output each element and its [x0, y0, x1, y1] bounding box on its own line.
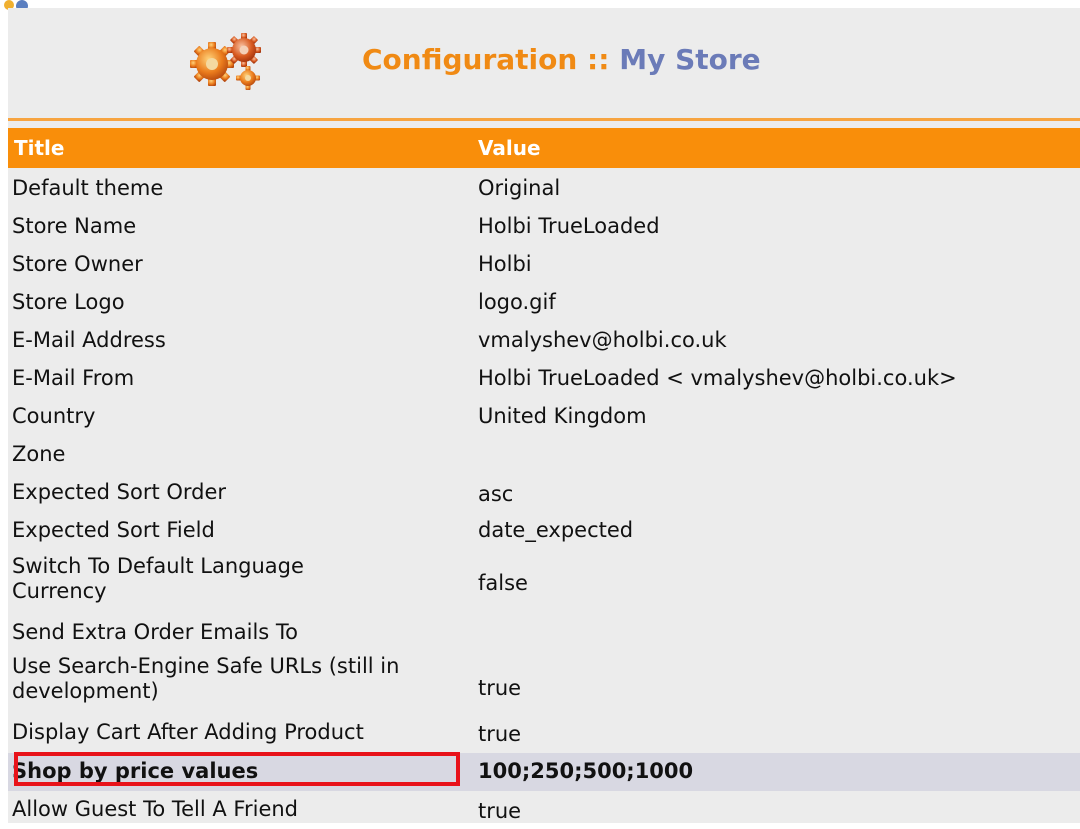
config-value: Holbi TrueLoaded — [478, 214, 660, 238]
config-title: Display Cart After Adding Product — [12, 720, 364, 744]
config-value: United Kingdom — [478, 404, 647, 428]
page-title-main: Configuration — [362, 43, 578, 76]
column-header-title: Title — [14, 136, 65, 160]
page-title-store: My Store — [619, 43, 761, 76]
config-value: Holbi — [478, 252, 532, 276]
config-title: Zone — [12, 442, 66, 466]
config-value: Holbi TrueLoaded < vmalyshev@holbi.co.uk… — [478, 366, 957, 390]
config-title: E-Mail Address — [12, 328, 166, 352]
config-value: Original — [478, 176, 561, 200]
config-row-store-logo[interactable]: Store Logo logo.gif — [8, 284, 1080, 322]
config-title: Use Search-Engine Safe URLs (still in de… — [12, 654, 400, 703]
config-row-allow-guest-tell-friend[interactable]: Allow Guest To Tell A Friend true — [8, 791, 1080, 829]
config-value: vmalyshev@holbi.co.uk — [478, 328, 727, 352]
config-row-extra-order-emails[interactable]: Send Extra Order Emails To — [8, 616, 1080, 650]
config-value: false — [478, 571, 528, 595]
gears-icon — [190, 33, 261, 90]
config-value: 100;250;500;1000 — [478, 759, 694, 783]
config-value: asc — [478, 482, 514, 506]
config-title: Store Logo — [12, 290, 125, 314]
config-row-country[interactable]: Country United Kingdom — [8, 398, 1080, 436]
config-title: Country — [12, 404, 96, 428]
config-value: true — [478, 722, 522, 746]
config-row-expected-sort-order[interactable]: Expected Sort Order asc — [8, 474, 1080, 512]
config-value: true — [478, 676, 522, 700]
config-row-store-owner[interactable]: Store Owner Holbi — [8, 246, 1080, 284]
table-header: Title Value — [8, 128, 1080, 168]
highlight-box — [14, 752, 460, 786]
config-row-display-cart[interactable]: Display Cart After Adding Product true — [8, 714, 1080, 752]
config-row-switch-default-language[interactable]: Switch To Default Language Currency fals… — [8, 552, 1080, 608]
config-title: Expected Sort Order — [12, 480, 227, 504]
config-title: Store Owner — [12, 252, 143, 276]
header-divider — [8, 118, 1080, 121]
config-row-search-engine-safe-urls[interactable]: Use Search-Engine Safe URLs (still in de… — [8, 652, 1080, 712]
configuration-panel: Configuration :: My Store Title Value De… — [8, 8, 1080, 823]
config-row-email-address[interactable]: E-Mail Address vmalyshev@holbi.co.uk — [8, 322, 1080, 360]
config-row-default-theme[interactable]: Default theme Original — [8, 170, 1080, 208]
config-row-zone[interactable]: Zone — [8, 436, 1080, 474]
config-value: date_expected — [478, 518, 634, 542]
config-row-expected-sort-field[interactable]: Expected Sort Field date_expected — [8, 512, 1080, 550]
config-title: Default theme — [12, 176, 164, 200]
page-title-separator: :: — [577, 43, 620, 76]
config-title: Expected Sort Field — [12, 518, 215, 542]
config-title: Store Name — [12, 214, 137, 238]
config-value: logo.gif — [478, 290, 556, 314]
top-strip — [0, 0, 1080, 12]
page-title: Configuration :: My Store — [362, 43, 761, 76]
config-value: true — [478, 799, 522, 823]
config-title: Send Extra Order Emails To — [12, 620, 299, 644]
config-title: Allow Guest To Tell A Friend — [12, 797, 299, 821]
config-title: E-Mail From — [12, 366, 135, 390]
page-header: Configuration :: My Store — [8, 8, 1080, 118]
column-header-value: Value — [478, 136, 541, 160]
config-title: Switch To Default Language Currency — [12, 554, 304, 603]
config-row-email-from[interactable]: E-Mail From Holbi TrueLoaded < vmalyshev… — [8, 360, 1080, 398]
config-row-store-name[interactable]: Store Name Holbi TrueLoaded — [8, 208, 1080, 246]
